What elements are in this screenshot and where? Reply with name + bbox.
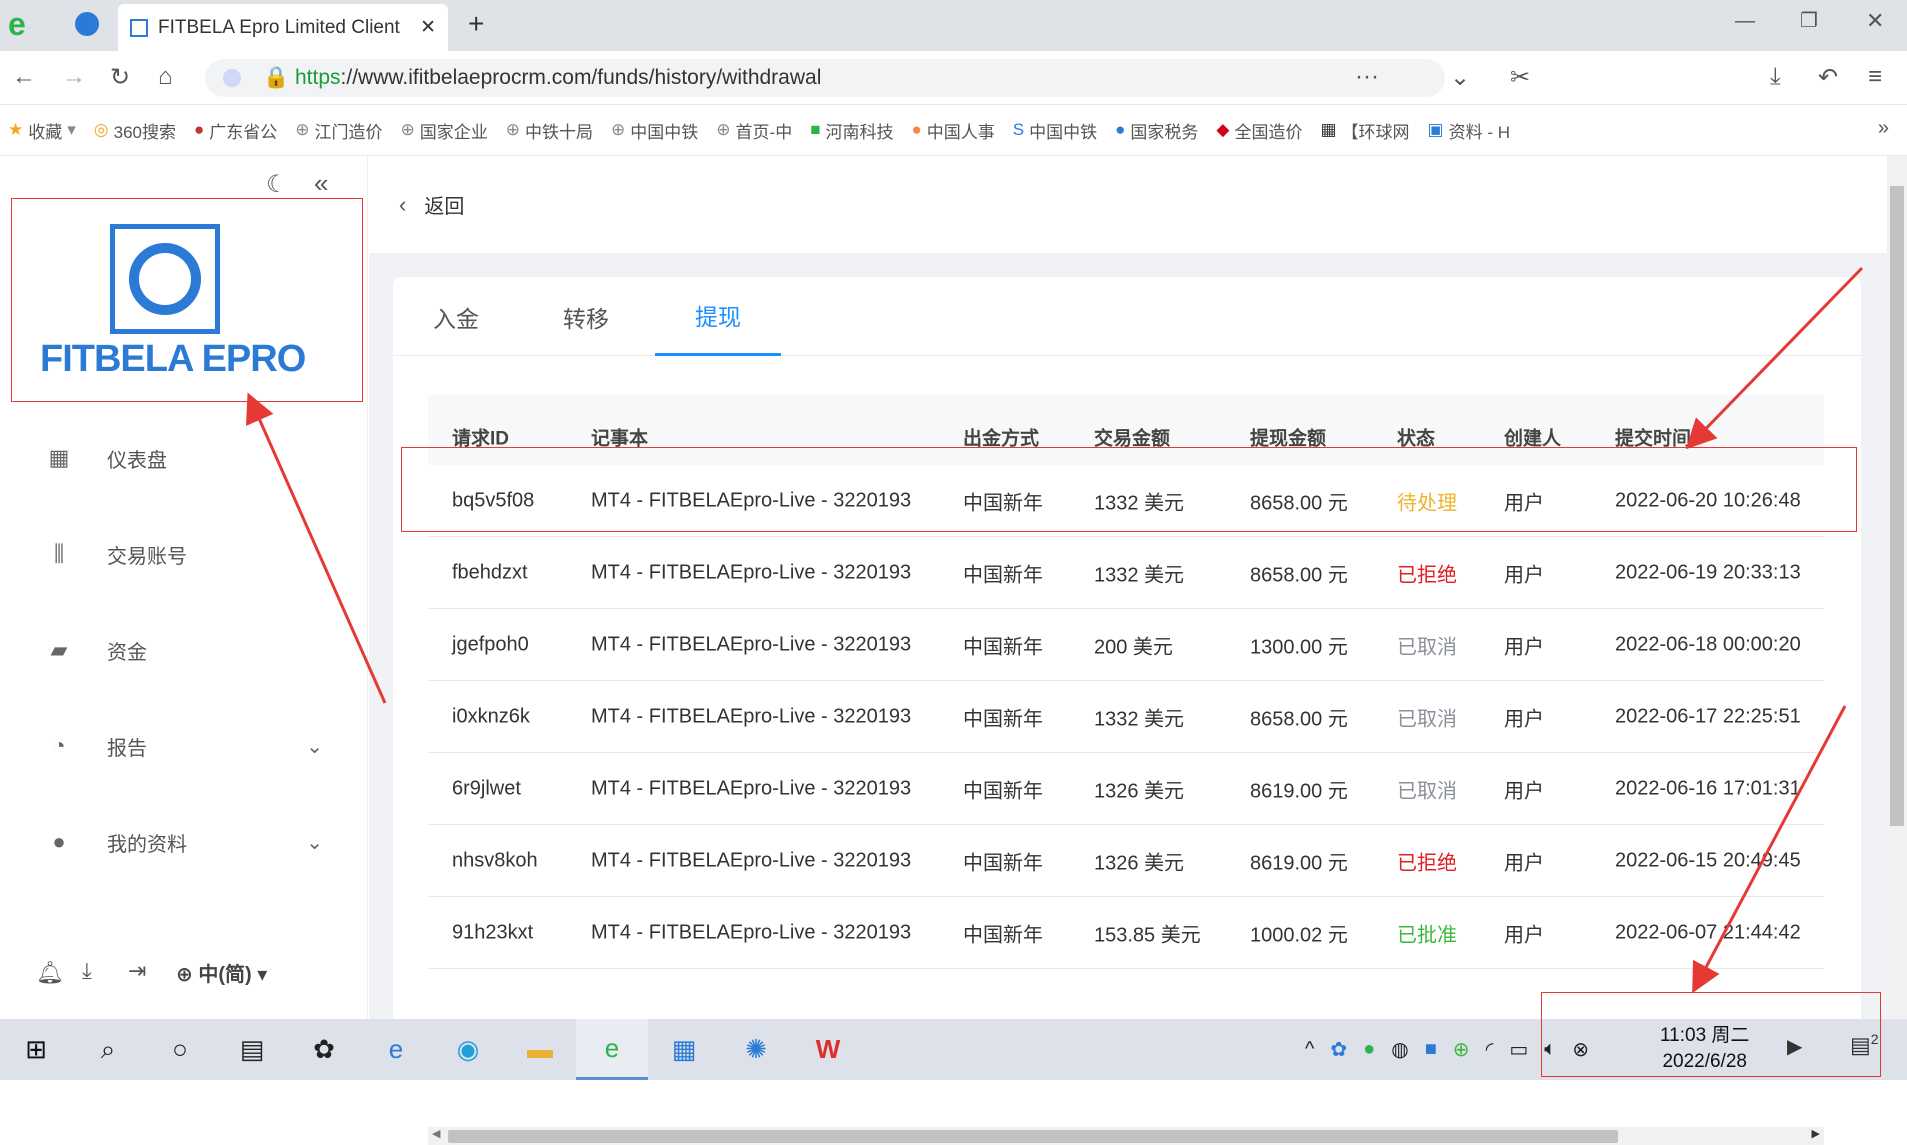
scrollbar-thumb[interactable] <box>448 1130 1618 1143</box>
arrow <box>245 392 387 704</box>
horizontal-scrollbar[interactable]: ◀ ▶ <box>428 1127 1824 1145</box>
arrow <box>1685 266 1864 450</box>
annotation-arrows <box>245 266 1864 994</box>
arrow <box>1692 705 1847 994</box>
